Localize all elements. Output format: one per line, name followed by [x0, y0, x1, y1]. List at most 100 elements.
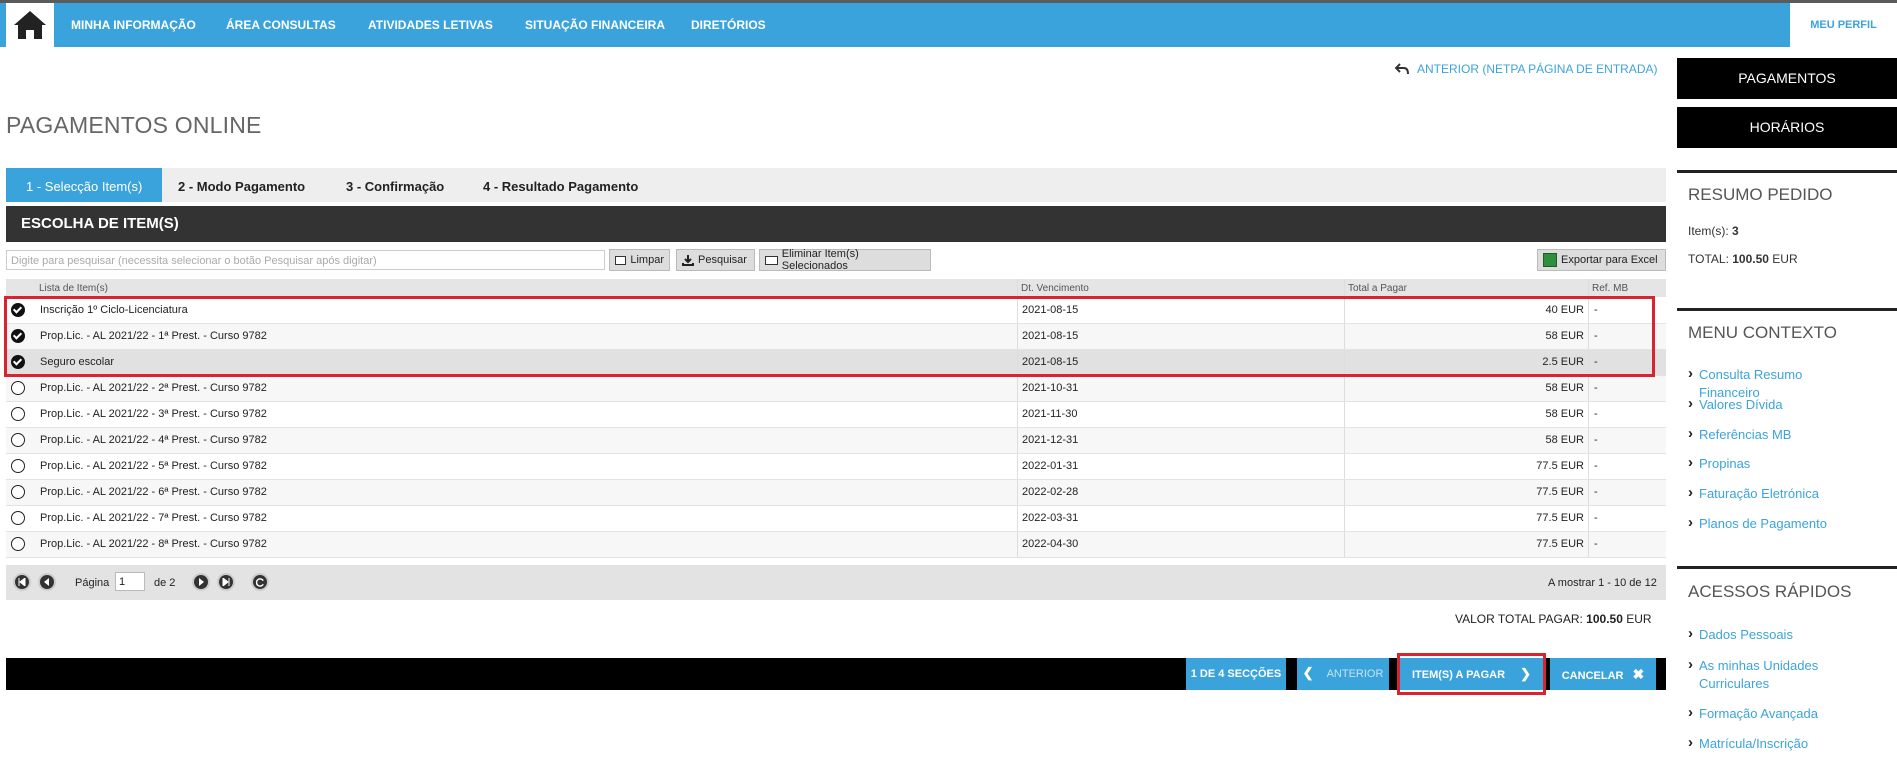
table-row[interactable]: Prop.Lic. - AL 2021/22 - 8ª Prest. - Cur…: [6, 532, 1666, 558]
search-input[interactable]: Digite para pesquisar (necessita selecio…: [6, 250, 605, 270]
context-link[interactable]: › Planos de Pagamento: [1688, 515, 1839, 533]
first-page-button[interactable]: [13, 573, 31, 591]
refresh-button[interactable]: [251, 573, 269, 591]
back-link[interactable]: ANTERIOR (NETPA PÁGINA DE ENTRADA): [1395, 62, 1657, 76]
first-page-icon: [18, 578, 26, 586]
cancel-button[interactable]: CANCELAR ✖: [1550, 658, 1656, 690]
due-date: 2022-02-28: [1022, 486, 1079, 498]
due-date: 2022-01-31: [1022, 460, 1079, 472]
chevron-right-icon: ›: [1688, 395, 1693, 412]
quick-access-link[interactable]: › Dados Pessoais: [1688, 626, 1839, 644]
export-excel-button[interactable]: Exportar para Excel: [1537, 249, 1666, 271]
previous-button[interactable]: ❮ ANTERIOR: [1297, 658, 1389, 690]
row-select-radio[interactable]: [11, 511, 25, 525]
col-items[interactable]: Lista de Item(s): [39, 283, 108, 294]
tab-confirmation[interactable]: 3 - Confirmação: [346, 168, 444, 202]
payments-button[interactable]: PAGAMENTOS: [1677, 58, 1897, 99]
chevron-right-icon: ›: [1688, 365, 1693, 382]
close-icon: ✖: [1632, 666, 1645, 682]
sections-indicator: 1 DE 4 SECÇÕES: [1186, 658, 1286, 690]
row-select-radio[interactable]: [11, 381, 25, 395]
due-date: 2021-12-31: [1022, 434, 1079, 446]
context-link[interactable]: › Faturação Eletrónica: [1688, 485, 1839, 503]
next-page-button[interactable]: [192, 573, 210, 591]
chevron-right-icon: ›: [1688, 425, 1693, 442]
due-date: 2021-11-30: [1022, 408, 1078, 420]
ref-mb: -: [1594, 460, 1598, 472]
last-page-button[interactable]: [217, 573, 235, 591]
table-row[interactable]: Prop.Lic. - AL 2021/22 - 3ª Prest. - Cur…: [6, 402, 1666, 428]
download-icon: [682, 255, 694, 266]
table-row[interactable]: Prop.Lic. - AL 2021/22 - 4ª Prest. - Cur…: [6, 428, 1666, 454]
excel-icon: [1543, 253, 1557, 267]
chevron-right-icon: ›: [1688, 734, 1693, 751]
item-name: Prop.Lic. - AL 2021/22 - 4ª Prest. - Cur…: [40, 434, 267, 446]
page-count: de 2: [154, 577, 176, 589]
tab-payment-mode[interactable]: 2 - Modo Pagamento: [178, 168, 305, 202]
tab-result[interactable]: 4 - Resultado Pagamento: [483, 168, 638, 202]
context-link[interactable]: › Referências MB: [1688, 426, 1839, 444]
chevron-right-icon: ›: [1688, 484, 1693, 501]
context-link[interactable]: › Propinas: [1688, 455, 1839, 473]
table-row[interactable]: Prop.Lic. - AL 2021/22 - 5ª Prest. - Cur…: [6, 454, 1666, 480]
ref-mb: -: [1594, 382, 1598, 394]
search-button[interactable]: Pesquisar: [676, 249, 755, 271]
remove-selected-button[interactable]: Eliminar Item(s) Selecionados: [759, 248, 931, 272]
table-row[interactable]: Prop.Lic. - AL 2021/22 - 6ª Prest. - Cur…: [6, 480, 1666, 506]
next-page-icon: [199, 578, 204, 586]
tab-selection[interactable]: 1 - Selecção Item(s): [6, 168, 163, 202]
home-button[interactable]: [6, 3, 54, 47]
amount: 77.5 EUR: [1536, 486, 1584, 498]
item-name: Prop.Lic. - AL 2021/22 - 6ª Prest. - Cur…: [40, 486, 267, 498]
schedules-button[interactable]: HORÁRIOS: [1677, 107, 1897, 148]
item-name: Prop.Lic. - AL 2021/22 - 7ª Prest. - Cur…: [40, 512, 267, 524]
col-ref-mb[interactable]: Ref. MB: [1592, 283, 1628, 294]
summary-total: TOTAL: 100.50 EUR: [1688, 252, 1798, 266]
chevron-right-icon: ›: [1688, 625, 1693, 642]
ref-mb: -: [1594, 538, 1598, 550]
showing-count: A mostrar 1 - 10 de 12: [1548, 577, 1657, 589]
row-select-radio[interactable]: [11, 537, 25, 551]
chevron-right-icon: ›: [1688, 454, 1693, 471]
row-select-radio[interactable]: [11, 433, 25, 447]
context-link[interactable]: › Valores Dívida: [1688, 396, 1839, 414]
eraser-icon: [615, 255, 627, 265]
eraser-icon: [765, 255, 778, 265]
next-button-highlight: [1397, 653, 1546, 695]
nav-diretorios[interactable]: DIRETÓRIOS: [691, 3, 766, 47]
col-due-date[interactable]: Dt. Vencimento: [1021, 283, 1089, 294]
nav-area-consultas[interactable]: ÁREA CONSULTAS: [226, 3, 336, 47]
divider: [1677, 566, 1897, 569]
quick-access-link[interactable]: › As minhas Unidades Curriculares: [1688, 657, 1839, 693]
divider: [1677, 308, 1897, 311]
row-select-radio[interactable]: [11, 485, 25, 499]
undo-icon: [1395, 63, 1409, 75]
total-value: 100.50: [1586, 612, 1623, 626]
due-date: 2022-03-31: [1022, 512, 1079, 524]
clear-button[interactable]: Limpar: [609, 249, 670, 271]
ref-mb: -: [1594, 486, 1598, 498]
page-label: Página: [75, 577, 110, 589]
page-number-input[interactable]: 1: [115, 572, 145, 591]
nav-atividades-letivas[interactable]: ATIVIDADES LETIVAS: [368, 3, 493, 47]
summary-title: RESUMO PEDIDO: [1688, 185, 1833, 204]
quick-access-link[interactable]: › Formação Avançada: [1688, 705, 1839, 723]
profile-link[interactable]: MEU PERFIL: [1790, 3, 1897, 47]
col-total[interactable]: Total a Pagar: [1348, 283, 1407, 294]
table-row[interactable]: Prop.Lic. - AL 2021/22 - 7ª Prest. - Cur…: [6, 506, 1666, 532]
divider: [1677, 170, 1897, 173]
refresh-icon: [255, 577, 264, 587]
table-row[interactable]: Prop.Lic. - AL 2021/22 - 2ª Prest. - Cur…: [6, 376, 1666, 402]
prev-page-button[interactable]: [38, 573, 56, 591]
nav-minha-informacao[interactable]: MINHA INFORMAÇÃO: [71, 3, 196, 47]
quick-access-link[interactable]: › Matrícula/Inscrição: [1688, 735, 1839, 753]
amount: 58 EUR: [1545, 434, 1584, 446]
pager: Página 1 de 2 A mostrar 1 - 10 de 12: [6, 565, 1666, 600]
row-select-radio[interactable]: [11, 407, 25, 421]
table-header: Lista de Item(s) Dt. Vencimento Total a …: [6, 279, 1666, 297]
item-name: Prop.Lic. - AL 2021/22 - 8ª Prest. - Cur…: [40, 538, 267, 550]
nav-situacao-financeira[interactable]: SITUAÇÃO FINANCEIRA: [525, 3, 665, 47]
chevron-right-icon: ›: [1688, 514, 1693, 531]
row-select-radio[interactable]: [11, 459, 25, 473]
item-name: Prop.Lic. - AL 2021/22 - 3ª Prest. - Cur…: [40, 408, 267, 420]
